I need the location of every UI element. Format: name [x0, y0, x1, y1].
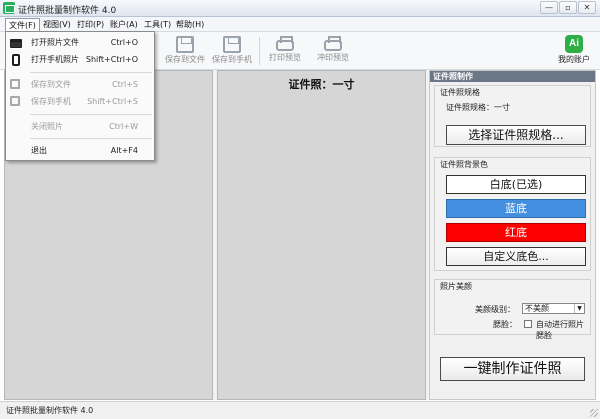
menu-open-phone-photo[interactable]: 打开手机照片 Shift+Ctrl+O [6, 53, 154, 67]
beauty-group-title: 照片美颜 [440, 282, 472, 291]
menu-bar: 文件(F) 视图(V) 打印(P) 账户(A) 工具(T) 帮助(H) [0, 17, 600, 32]
beauty-level-value: 不美颜 [525, 304, 549, 313]
menu-tools[interactable]: 工具(T) [141, 18, 174, 31]
menu-item-shortcut: Ctrl+O [110, 38, 138, 47]
close-button[interactable]: ✕ [578, 1, 596, 14]
maximize-button[interactable]: ▫ [559, 1, 577, 14]
menu-item-shortcut: Shift+Ctrl+S [87, 97, 138, 106]
blue-background-button[interactable]: 蓝底 [446, 199, 586, 218]
menu-view[interactable]: 视图(V) [40, 18, 74, 31]
spec-group: 证件照规格 证件照规格：一寸 选择证件照规格... [434, 85, 591, 147]
account-icon: Ai [565, 35, 583, 53]
toolbar-save-to-phone-label: 保存到手机 [212, 55, 252, 64]
save-icon [176, 36, 194, 53]
make-id-photo-button[interactable]: 一键制作证件照 [440, 357, 585, 381]
my-account-button[interactable]: Ai 我的账户 [556, 35, 592, 65]
printer-icon [276, 36, 294, 51]
menu-separator [30, 138, 152, 139]
save-icon [10, 79, 20, 89]
menu-item-shortcut: Alt+F4 [110, 146, 138, 155]
my-account-label: 我的账户 [558, 55, 590, 64]
window-title: 证件照批量制作软件 4.0 [18, 6, 117, 16]
status-text: 证件照批量制作软件 4.0 [6, 406, 94, 415]
white-background-button[interactable]: 白底(已选) [446, 175, 586, 194]
menu-open-photo-file[interactable]: 打开照片文件 Ctrl+O [6, 36, 154, 50]
menu-file[interactable]: 文件(F) [5, 18, 40, 31]
toolbar-photo-print-label: 冲印预览 [317, 53, 349, 62]
menu-item-label: 打开手机照片 [31, 55, 79, 64]
toolbar-print-preview-label: 打印预览 [269, 53, 301, 62]
menu-separator [30, 72, 152, 73]
current-spec-text: 证件照规格：一寸 [446, 103, 510, 112]
menu-save-to-file[interactable]: 保存到文件 Ctrl+S [6, 78, 154, 92]
menu-item-label: 打开照片文件 [31, 38, 79, 47]
chevron-down-icon: ▼ [574, 304, 584, 313]
file-menu-dropdown: 打开照片文件 Ctrl+O 打开手机照片 Shift+Ctrl+O 保存到文件 … [5, 31, 155, 161]
menu-save-to-phone[interactable]: 保存到手机 Shift+Ctrl+S [6, 95, 154, 109]
auto-face-checkbox[interactable] [524, 320, 532, 328]
menu-exit[interactable]: 退出 Alt+F4 [6, 144, 154, 158]
menu-print[interactable]: 打印(P) [74, 18, 107, 31]
toolbar-save-to-file-button[interactable]: 保存到文件 [163, 35, 207, 65]
menu-item-label: 保存到手机 [31, 97, 71, 106]
face-label: 腮脸： [493, 320, 517, 329]
select-spec-button[interactable]: 选择证件照规格... [446, 125, 586, 145]
menu-item-shortcut: Ctrl+W [109, 122, 138, 131]
toolbar-save-to-phone-button[interactable]: 保存到手机 [210, 35, 254, 65]
app-logo-icon [3, 2, 15, 14]
beauty-group: 照片美颜 美颜级别： 不美颜 ▼ 腮脸： 自动进行照片腮脸 [434, 279, 591, 340]
menu-help[interactable]: 帮助(H) [173, 18, 207, 31]
toolbar-separator [259, 37, 260, 65]
red-background-button[interactable]: 红底 [446, 223, 586, 242]
toolbar-save-to-file-label: 保存到文件 [165, 55, 205, 64]
title-bar: 证件照批量制作软件 4.0 — ▫ ✕ [0, 0, 600, 17]
folder-open-icon [10, 39, 22, 48]
menu-item-label: 保存到文件 [31, 80, 71, 89]
menu-item-label: 关闭照片 [31, 122, 63, 131]
save-to-phone-icon [10, 96, 20, 106]
beauty-level-select[interactable]: 不美颜 ▼ [522, 303, 585, 314]
status-bar: 证件照批量制作软件 4.0 [0, 401, 600, 419]
beauty-level-label: 美颜级别： [475, 305, 515, 314]
toolbar-print-preview-button[interactable]: 打印预览 [263, 35, 307, 63]
menu-item-shortcut: Shift+Ctrl+O [85, 55, 138, 64]
menu-separator [30, 114, 152, 115]
custom-background-button[interactable]: 自定义底色... [446, 247, 586, 266]
bg-group-title: 证件照背景色 [440, 160, 488, 169]
minimize-button[interactable]: — [540, 1, 558, 14]
background-color-group: 证件照背景色 白底(已选) 蓝底 红底 自定义底色... [434, 157, 591, 271]
save-to-phone-icon [223, 36, 241, 53]
id-photo-panel: 证件照制作 证件照规格 证件照规格：一寸 选择证件照规格... 证件照背景色 白… [429, 70, 596, 400]
photo-spec-title: 证件照：一寸 [288, 78, 355, 91]
auto-face-label[interactable]: 自动进行照片腮脸 [536, 319, 590, 341]
window-controls: — ▫ ✕ [539, 1, 596, 14]
phone-icon [12, 54, 20, 66]
toolbar-photo-print-button[interactable]: 冲印预览 [311, 35, 355, 63]
photo-print-icon [324, 36, 342, 51]
result-photo-panel[interactable]: 证件照：一寸 [217, 70, 426, 400]
resize-grip-icon[interactable] [590, 409, 598, 417]
menu-item-label: 退出 [31, 146, 47, 155]
menu-item-shortcut: Ctrl+S [111, 80, 138, 89]
spec-group-title: 证件照规格 [440, 88, 480, 97]
panel-header: 证件照制作 [430, 71, 595, 82]
menu-account[interactable]: 账户(A) [107, 18, 141, 31]
menu-close-photo[interactable]: 关闭照片 Ctrl+W [6, 120, 154, 134]
